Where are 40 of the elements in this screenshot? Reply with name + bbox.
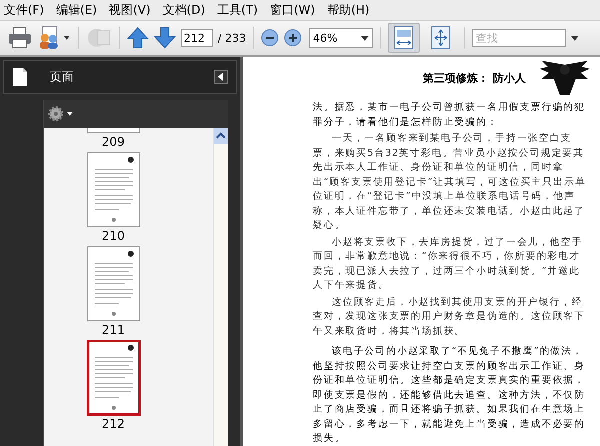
search-field[interactable]: 查找 (472, 29, 566, 47)
paragraph: 这位顾客走后，小赵找到其使用支票的开户银行，经查对，发现这张支票的用户财务章是伪造的。这位顾客下午又来取货时，将其当场抓获。 (313, 296, 586, 338)
page-thumbnail[interactable] (86, 340, 140, 416)
settings-icon[interactable] (48, 106, 74, 122)
page-total: / 233 (218, 32, 246, 44)
page-thumbnail[interactable] (86, 246, 140, 322)
print-icon[interactable] (8, 27, 32, 49)
collapse-icon[interactable] (214, 70, 228, 84)
page-number-field[interactable]: 212 (181, 29, 213, 47)
zoom-out-icon[interactable] (261, 29, 280, 47)
menu-item[interactable]: 工具(T) (217, 2, 258, 18)
menu-item[interactable]: 帮助(H) (327, 2, 370, 18)
paragraph: 该电子公司的小赵采取了“不见兔子不撒鹰”的做法，他坚持按照公司要求让持空白支票的顾客出示工作证、身份证和单位证明信。这些都是确定支票真实的重要依据，即使支票是假的，还能够借此去追查。这种方法，不仅防止了商店受骗，而且还将骗子抓获。如果我们在生意场上多留心，多考虑一下，就能避免上当受骗，造成不必要的损失。 (313, 345, 586, 446)
scrollbar[interactable] (213, 128, 228, 446)
menu-item[interactable]: 文档(D) (162, 2, 206, 18)
people-icon[interactable] (37, 26, 71, 50)
menu-item[interactable]: 窗口(W) (270, 2, 316, 18)
panel-title: 页面 (50, 68, 75, 86)
scroll-up-icon[interactable] (214, 128, 228, 144)
winged-figure-drawing (540, 61, 590, 95)
fit-width-button[interactable] (388, 23, 420, 53)
caret-icon (361, 36, 370, 40)
page-number: 209 (102, 135, 125, 149)
arrow-down-icon[interactable] (154, 27, 176, 49)
page-number: 210 (102, 229, 125, 243)
page-icon[interactable] (12, 67, 28, 87)
chapter-header: 第三项修炼： 防小人 (423, 70, 526, 86)
menu-item[interactable]: 文件(F) (4, 2, 44, 18)
page-thumbnail[interactable] (86, 152, 140, 228)
caret-icon[interactable] (571, 36, 580, 40)
paragraph: 小赵将支票收下，去库房提货，过了一会儿，他空手而回，非常歉意地说：“你来得很不巧，你所要的彩电才卖完，现已派人去拉了，过两三个小时就到货。”并邀此人下午来提货。 (313, 236, 584, 293)
page-number: 212 (102, 417, 125, 431)
zoom-in-icon[interactable] (284, 29, 302, 47)
paragraph: 一天，一名顾客来到某电子公司，手持一张空白支票，来购买5台32英寸彩电。营业员小赵按公司规定要其先出示本人工作证、身份证和单位的证明信，同时拿出“顾客支票使用登记卡”让其填写，可这位买主只出示单位证明，在“登记卡”中没填上单位联系电话号码，他声称，本人证件忘带了，单位还未安装电话。小赵由此起了疑心。 (313, 132, 588, 233)
menu-item[interactable]: 视图(V) (109, 2, 151, 18)
arrow-up-icon[interactable] (127, 27, 149, 49)
zoom-dropdown[interactable]: 46% (309, 28, 374, 48)
paragraph: 法。据悉，某市一电子公司曾抓获一名用假支票行骗的犯罪分子，请看他们是怎样防止受骗的： (313, 101, 586, 130)
menu-item[interactable]: 编辑(E) (56, 2, 98, 18)
page-number: 211 (102, 323, 125, 337)
